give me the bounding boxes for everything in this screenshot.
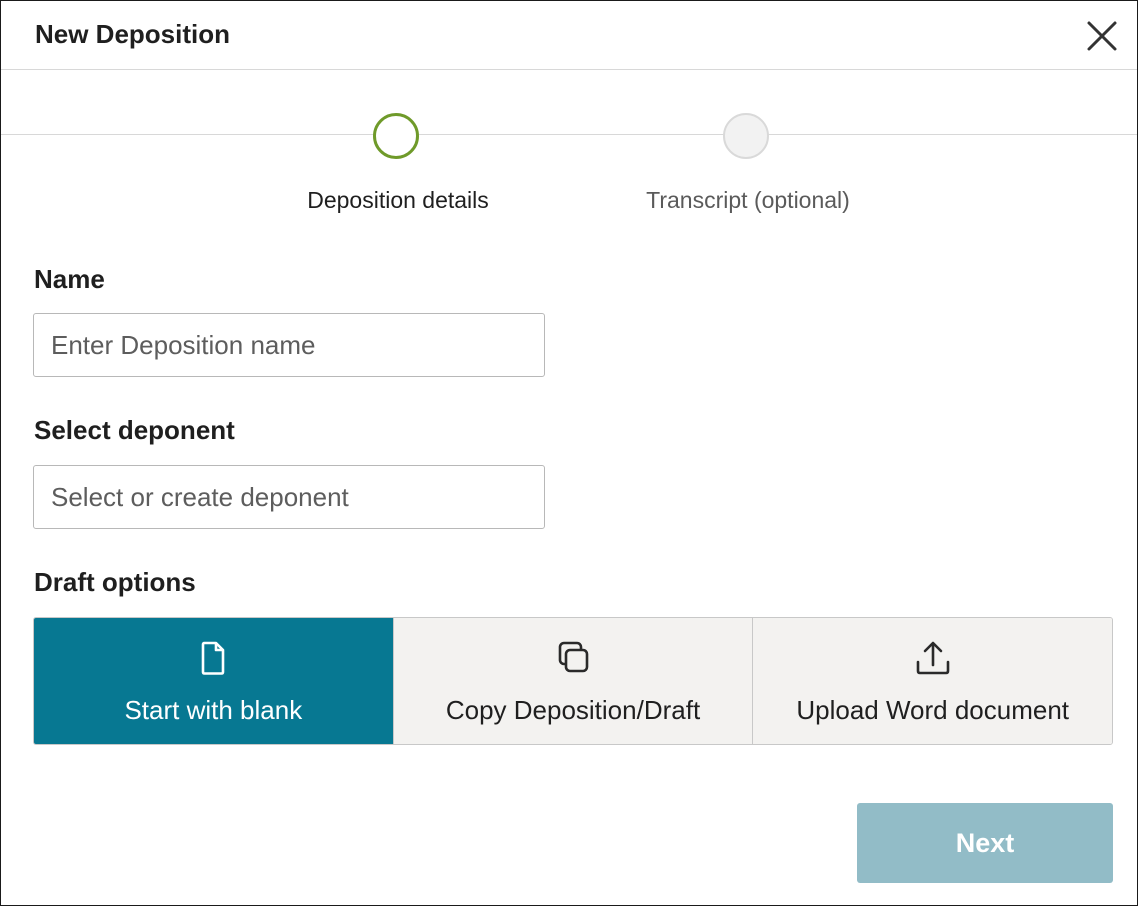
deponent-select-input[interactable] bbox=[33, 465, 545, 529]
name-label: Name bbox=[34, 264, 105, 294]
draft-options-group: Start with blank Copy Deposition/Draft U… bbox=[33, 617, 1113, 745]
new-deposition-dialog: New Deposition Deposition details Transc… bbox=[0, 0, 1138, 906]
close-button[interactable] bbox=[1085, 19, 1119, 53]
step-indicator-deposition-details bbox=[373, 113, 419, 159]
step-label-transcript: Transcript (optional) bbox=[646, 187, 850, 213]
draft-option-copy-deposition[interactable]: Copy Deposition/Draft bbox=[392, 618, 753, 744]
draft-option-start-blank[interactable]: Start with blank bbox=[34, 618, 393, 744]
stepper-line bbox=[1, 134, 1137, 135]
deposition-name-input[interactable] bbox=[33, 313, 545, 377]
step-label-deposition-details: Deposition details bbox=[307, 187, 489, 213]
draft-option-label: Copy Deposition/Draft bbox=[445, 695, 701, 725]
copy-icon bbox=[558, 641, 589, 673]
close-icon bbox=[1087, 21, 1117, 51]
dialog-title: New Deposition bbox=[35, 19, 231, 49]
draft-options-label: Draft options bbox=[34, 567, 196, 597]
draft-option-label: Upload Word document bbox=[796, 695, 1070, 725]
draft-option-label: Start with blank bbox=[124, 695, 303, 725]
next-button[interactable]: Next bbox=[857, 803, 1113, 883]
draft-option-upload-word[interactable]: Upload Word document bbox=[752, 618, 1112, 744]
dialog-header: New Deposition bbox=[1, 1, 1137, 70]
step-indicator-transcript bbox=[723, 113, 769, 159]
upload-icon bbox=[916, 641, 949, 675]
file-icon bbox=[202, 641, 225, 675]
deponent-label: Select deponent bbox=[34, 415, 235, 445]
